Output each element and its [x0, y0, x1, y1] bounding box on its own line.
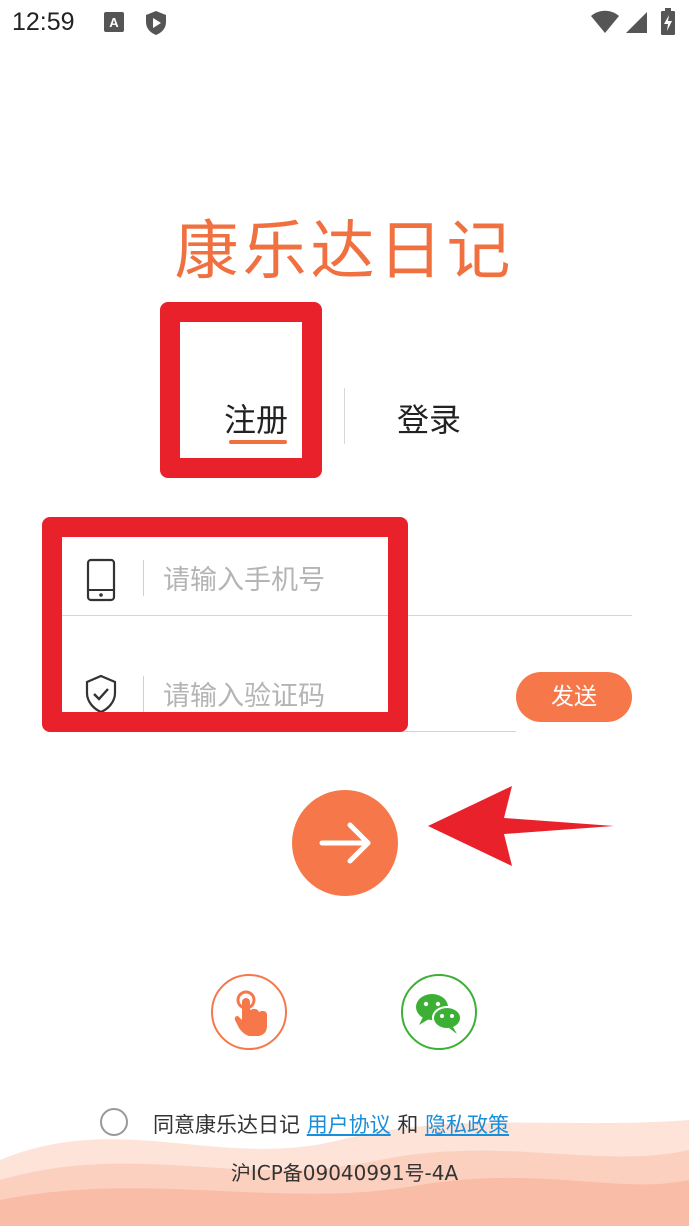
- user-agreement-link[interactable]: 用户协议: [307, 1113, 391, 1137]
- tab-login[interactable]: 登录: [397, 395, 461, 441]
- touch-login-icon: [234, 990, 267, 1036]
- svg-text:A: A: [109, 15, 119, 30]
- app-logo: 康乐达日记: [174, 215, 515, 289]
- status-time: 12:59: [12, 8, 75, 36]
- agreement-text: 同意康乐达日记 用户协议 和 隐私政策: [153, 1109, 509, 1139]
- signal-icon: [624, 10, 648, 38]
- privacy-policy-link[interactable]: 隐私政策: [425, 1113, 509, 1137]
- wifi-icon: [590, 10, 620, 38]
- next-button[interactable]: [292, 790, 398, 896]
- agreement-prefix: 同意康乐达日记: [153, 1113, 300, 1137]
- send-code-button[interactable]: 发送: [516, 672, 632, 722]
- a-notification-icon: A: [104, 10, 124, 38]
- annotation-box-tab: [160, 302, 322, 478]
- touch-login-button[interactable]: [211, 974, 287, 1050]
- battery-charging-icon: [660, 8, 676, 40]
- wechat-login-button[interactable]: [401, 974, 477, 1050]
- wechat-icon: [416, 994, 462, 1034]
- tab-divider: [344, 388, 345, 444]
- annotation-box-fields: [42, 517, 408, 732]
- arrow-right-icon: [319, 822, 371, 864]
- shield-play-icon: [144, 10, 168, 40]
- agreement-checkbox[interactable]: [100, 1108, 128, 1136]
- agreement-and: 和: [397, 1113, 419, 1137]
- icp-license: 沪ICP备09040991号-4A: [230, 1161, 459, 1185]
- status-bar: 12:59 A: [0, 0, 689, 48]
- annotation-arrow-icon: [426, 782, 616, 876]
